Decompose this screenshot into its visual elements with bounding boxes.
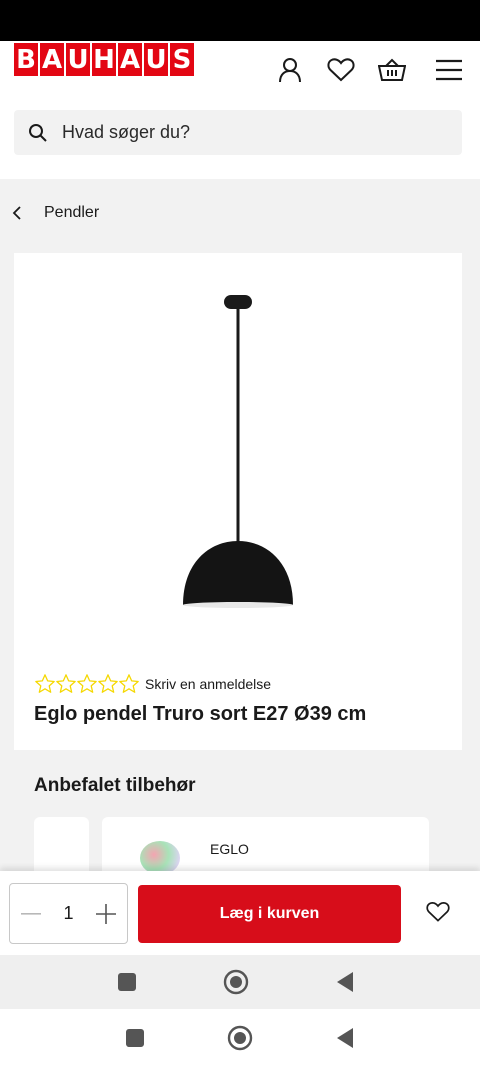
add-to-cart-button[interactable]: Læg i kurven (138, 885, 401, 943)
home-icon[interactable] (226, 1024, 254, 1052)
account-icon[interactable] (275, 55, 305, 85)
minus-icon[interactable] (20, 903, 42, 925)
search-input[interactable]: Hvad søger du? (14, 110, 462, 155)
product-image[interactable] (154, 283, 322, 613)
logo-letter: U (66, 43, 90, 76)
logo-letter: A (40, 43, 64, 76)
logo-letter: U (144, 43, 168, 76)
heart-icon[interactable] (326, 55, 356, 85)
basket-icon[interactable] (377, 55, 407, 85)
recents-icon[interactable] (113, 968, 141, 996)
rating-stars (34, 673, 139, 695)
breadcrumb-label[interactable]: Pendler (44, 204, 99, 222)
rating[interactable]: Skriv en anmeldelse (34, 673, 271, 695)
star-icon (77, 674, 97, 693)
recommended-accessories: Anbefalet tilbehør EGLO (14, 750, 462, 887)
logo-letter: B (14, 43, 38, 76)
wishlist-heart-icon[interactable] (426, 901, 452, 927)
search-icon (28, 122, 50, 144)
search-placeholder: Hvad søger du? (62, 122, 191, 142)
star-icon (56, 674, 76, 693)
add-to-cart-bar: 1 Læg i kurven (0, 871, 480, 955)
star-icon (35, 674, 55, 693)
home-icon[interactable] (222, 968, 250, 996)
chevron-left-icon[interactable] (12, 205, 28, 221)
plus-icon[interactable] (95, 903, 117, 925)
site-header: BAUHAUS Hvad søger du? (0, 41, 480, 179)
menu-icon[interactable] (434, 55, 464, 85)
logo-letter: S (170, 43, 194, 76)
status-bar (0, 0, 480, 41)
system-nav-bar (0, 955, 480, 1009)
back-icon[interactable] (331, 968, 359, 996)
accessories-heading: Anbefalet tilbehør (34, 775, 196, 796)
write-review-link[interactable]: Skriv en anmeldelse (145, 676, 271, 692)
product-title: Eglo pendel Truro sort E27 Ø39 cm (34, 703, 367, 725)
quantity-value[interactable]: 1 (63, 903, 73, 924)
breadcrumb[interactable]: Pendler (0, 195, 480, 231)
quantity-stepper[interactable]: 1 (9, 883, 128, 944)
star-icon (119, 674, 139, 693)
product-card: Skriv en anmeldelse Eglo pendel Truro so… (14, 253, 462, 750)
logo-letter: A (118, 43, 142, 76)
accessory-brand: EGLO (210, 841, 249, 857)
back-icon[interactable] (331, 1024, 359, 1052)
system-nav-bar (0, 1009, 480, 1067)
star-icon (98, 674, 118, 693)
bauhaus-logo[interactable]: BAUHAUS (14, 43, 194, 77)
recents-icon[interactable] (121, 1024, 149, 1052)
logo-letter: H (92, 43, 116, 76)
accessory-image (140, 841, 180, 875)
